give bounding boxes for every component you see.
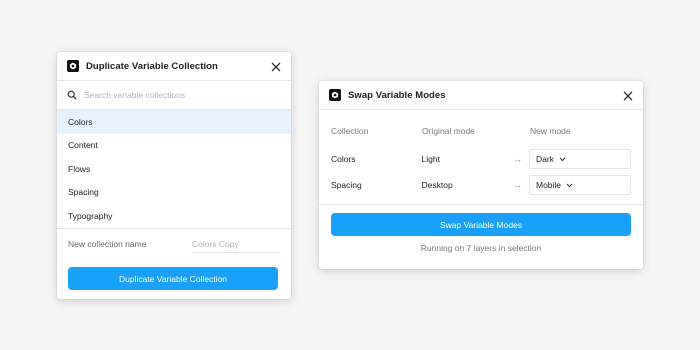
chevron-down-icon	[559, 157, 566, 161]
dialog-header: Swap Variable Modes	[319, 81, 643, 110]
list-item-colors[interactable]: Colors	[57, 110, 291, 134]
chevron-down-icon	[566, 183, 573, 187]
header-new-mode: New mode	[530, 126, 571, 136]
header-original-mode: Original mode	[422, 126, 475, 136]
list-item-typography[interactable]: Typography	[57, 204, 291, 228]
duplicate-button[interactable]: Duplicate Variable Collection	[68, 267, 278, 290]
collection-list: Colors Content Flows Spacing Typography	[57, 110, 291, 229]
arrow-right-icon: →	[513, 154, 523, 164]
table-row: Colors Light → Dark	[331, 146, 631, 172]
dialog-title: Swap Variable Modes	[348, 89, 446, 101]
plugin-icon	[329, 89, 341, 101]
row-collection: Spacing	[331, 180, 362, 190]
divider	[319, 204, 643, 205]
row-original-mode: Desktop	[421, 180, 453, 190]
new-name-label: New collection name	[68, 239, 147, 249]
new-name-row: New collection name	[57, 229, 291, 260]
list-item-flows[interactable]: Flows	[57, 157, 291, 181]
table-row: Spacing Desktop → Mobile	[331, 172, 631, 198]
list-item-content[interactable]: Content	[57, 134, 291, 158]
arrow-right-icon: →	[513, 180, 523, 190]
plugin-icon	[67, 60, 79, 72]
row-original-mode: Light	[421, 154, 440, 164]
new-mode-value: Mobile	[536, 180, 562, 190]
search-bar	[57, 81, 291, 110]
header-collection: Collection	[331, 126, 369, 136]
row-collection: Colors	[331, 154, 356, 164]
new-mode-value: Dark	[536, 154, 554, 164]
new-mode-select[interactable]: Mobile	[529, 175, 631, 195]
mode-table: Collection Original mode New mode Colors…	[331, 121, 631, 198]
new-mode-cell: Dark	[529, 149, 631, 169]
dialog-header: Duplicate Variable Collection	[57, 52, 291, 81]
swap-modes-dialog: Swap Variable Modes Collection Original …	[319, 81, 643, 269]
new-name-input[interactable]	[192, 235, 280, 253]
swap-modes-button[interactable]: Swap Variable Modes	[331, 213, 631, 236]
close-icon[interactable]	[622, 89, 634, 101]
search-icon	[67, 90, 77, 100]
dialog-title: Duplicate Variable Collection	[86, 60, 218, 72]
close-icon[interactable]	[270, 60, 282, 72]
list-item-spacing[interactable]: Spacing	[57, 181, 291, 205]
selection-status: Running on 7 layers in selection	[420, 243, 542, 253]
table-header: Collection Original mode New mode	[331, 121, 631, 141]
duplicate-collection-dialog: Duplicate Variable Collection Colors Con…	[57, 52, 291, 299]
new-mode-select[interactable]: Dark	[529, 149, 631, 169]
new-mode-cell: Mobile	[529, 175, 631, 195]
search-input[interactable]	[84, 90, 274, 100]
